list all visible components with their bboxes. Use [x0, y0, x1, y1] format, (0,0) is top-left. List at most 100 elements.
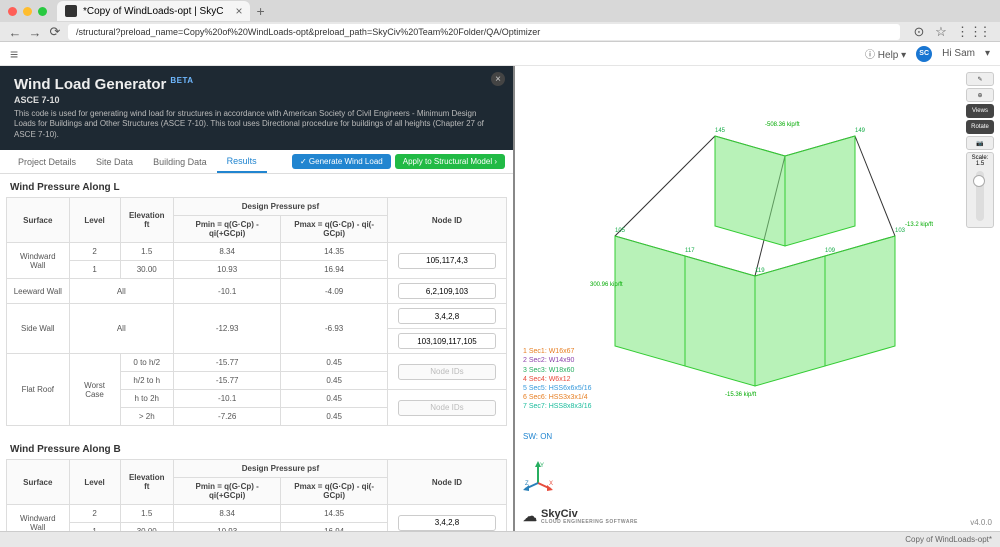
status-filename: Copy of WindLoads-opt* [905, 535, 992, 544]
bookmark-icon[interactable]: ☆ [934, 24, 948, 40]
favicon-icon [65, 5, 77, 17]
node-id-input [398, 400, 495, 416]
tab-title: *Copy of WindLoads-opt | SkyC [83, 6, 223, 17]
node-id-input[interactable] [398, 333, 495, 349]
node-id-input[interactable] [398, 253, 495, 269]
menu-icon[interactable]: ⋮ [978, 24, 992, 40]
svg-text:-15.36 kip/ft: -15.36 kip/ft [725, 392, 757, 398]
close-tab-icon[interactable]: × [235, 4, 242, 18]
tab-site-data[interactable]: Site Data [86, 150, 143, 173]
section-title-along-l: Wind Pressure Along L [0, 174, 513, 197]
node-id-input[interactable] [398, 283, 495, 299]
views-button[interactable]: Views [966, 104, 994, 118]
table-along-b: Surface Level Elevation ft Design Pressu… [6, 459, 507, 531]
address-bar: ← → ⟳ /structural?preload_name=Copy%20of… [0, 22, 1000, 42]
search-icon[interactable]: ⊙ [912, 24, 926, 40]
target-tool-button[interactable]: ⊕ [966, 88, 994, 102]
back-button[interactable]: ← [8, 25, 22, 40]
svg-text:-13.2 kip/ft: -13.2 kip/ft [905, 222, 933, 228]
generate-wind-load-button[interactable]: ✓ Generate Wind Load [292, 154, 391, 169]
scale-value: 1.5 [969, 161, 991, 167]
table-row: Flat Roof Worst Case 0 to h/2 -15.77 0.4… [7, 354, 507, 372]
node-id-input[interactable] [398, 308, 495, 324]
svg-text:Y: Y [540, 463, 544, 469]
svg-text:X: X [549, 481, 553, 487]
svg-text:109: 109 [825, 248, 836, 254]
3d-viewport[interactable]: 300.96 kip/ft -508.36 kip/ft -13.2 kip/f… [515, 66, 1000, 531]
url-text: /structural?preload_name=Copy%20of%20Win… [76, 27, 540, 37]
svg-text:Z: Z [525, 481, 529, 487]
svg-text:-508.36 kip/ft: -508.36 kip/ft [765, 122, 800, 128]
section-legend: 1 Sec1: W16x67 2 Sec2: W14x90 3 Sec3: W1… [523, 347, 592, 411]
th-pmax: Pmax = q(G·Cp) - qi(-GCpi) [281, 216, 388, 243]
axis-gizmo[interactable]: Y X Z [523, 461, 553, 491]
extensions-icon[interactable]: ⋮⋮ [956, 24, 970, 40]
tab-results[interactable]: Results [217, 150, 267, 173]
standard-label: ASCE 7-10 [14, 95, 499, 105]
scale-slider[interactable] [976, 171, 984, 221]
rotate-button[interactable]: Rotate [966, 120, 994, 134]
table-row: Windward Wall 2 1.5 8.34 14.35 [7, 505, 507, 523]
table-along-l: Surface Level Elevation ft Design Pressu… [6, 197, 507, 426]
tab-bar: *Copy of WindLoads-opt | SkyC × + [0, 0, 1000, 22]
structural-model-svg: 300.96 kip/ft -508.36 kip/ft -13.2 kip/f… [515, 66, 1000, 531]
svg-text:149: 149 [855, 128, 866, 134]
section-title-along-b: Wind Pressure Along B [0, 436, 513, 459]
cloud-icon: ☁ [523, 508, 537, 525]
help-menu[interactable]: ⓘ Help ▾ [865, 46, 906, 61]
modal-title: Wind Load GeneratorBETA [14, 76, 499, 93]
main: × Wind Load GeneratorBETA ASCE 7-10 This… [0, 66, 1000, 531]
window-controls[interactable] [8, 7, 47, 16]
svg-text:145: 145 [715, 128, 726, 134]
th-surface: Surface [7, 198, 70, 243]
forward-button[interactable]: → [28, 25, 42, 40]
user-avatar[interactable]: SC [916, 46, 932, 62]
url-field[interactable]: /structural?preload_name=Copy%20of%20Win… [68, 24, 900, 40]
node-id-input[interactable] [398, 515, 495, 531]
svg-text:117: 117 [685, 248, 695, 254]
th-design-pressure: Design Pressure psf [173, 198, 387, 216]
skyciv-logo: ☁ SkyCiv CLOUD ENGINEERING SOFTWARE [523, 508, 638, 525]
viewport-panel: 300.96 kip/ft -508.36 kip/ft -13.2 kip/f… [515, 66, 1000, 531]
svg-text:103: 103 [895, 228, 906, 234]
app-topbar: ≡ ⓘ Help ▾ SC Hi Sam ▾ [0, 42, 1000, 66]
table-row: Leeward Wall All -10.1 -4.09 [7, 279, 507, 304]
maximize-window-icon[interactable] [38, 7, 47, 16]
svg-text:105: 105 [615, 228, 626, 234]
status-bar: Copy of WindLoads-opt* [0, 531, 1000, 547]
scale-thumb[interactable] [973, 175, 985, 187]
beta-badge: BETA [170, 76, 193, 85]
wind-load-panel: × Wind Load GeneratorBETA ASCE 7-10 This… [0, 66, 515, 531]
modal-description: This code is used for generating wind lo… [14, 109, 494, 140]
node-id-input [398, 364, 495, 380]
svg-text:119: 119 [755, 268, 765, 274]
edit-tool-button[interactable]: ✎ [966, 72, 994, 86]
th-level: Level [69, 198, 120, 243]
tab-building-data[interactable]: Building Data [143, 150, 217, 173]
new-tab-button[interactable]: + [256, 3, 264, 19]
reload-button[interactable]: ⟳ [48, 24, 62, 40]
sw-indicator: SW: ON [523, 432, 552, 441]
modal-header: × Wind Load GeneratorBETA ASCE 7-10 This… [0, 66, 513, 150]
table-row: Windward Wall 2 1.5 8.34 14.35 [7, 243, 507, 261]
user-greeting: Hi Sam [942, 48, 975, 59]
version-label: v4.0.0 [970, 518, 992, 527]
th-pmin: Pmin = q(G·Cp) - qi(+GCpi) [173, 216, 280, 243]
modal-tabs: Project Details Site Data Building Data … [0, 150, 513, 174]
user-menu-caret[interactable]: ▾ [985, 48, 990, 59]
minimize-window-icon[interactable] [23, 7, 32, 16]
hamburger-menu[interactable]: ≡ [10, 46, 18, 62]
scale-control: Scale: 1.5 [966, 152, 994, 228]
tab-project-details[interactable]: Project Details [8, 150, 86, 173]
viewport-toolbar: ✎ ⊕ Views Rotate 📷 Scale: 1.5 [966, 72, 994, 228]
close-modal-button[interactable]: × [491, 72, 505, 86]
apply-to-model-button[interactable]: Apply to Structural Model › [395, 154, 505, 169]
camera-button[interactable]: 📷 [966, 136, 994, 150]
svg-text:300.96 kip/ft: 300.96 kip/ft [590, 282, 623, 288]
th-elevation: Elevation ft [120, 198, 173, 243]
browser-chrome: *Copy of WindLoads-opt | SkyC × + ← → ⟳ … [0, 0, 1000, 42]
browser-tab[interactable]: *Copy of WindLoads-opt | SkyC × [57, 1, 250, 21]
close-window-icon[interactable] [8, 7, 17, 16]
table-row: Side Wall All -12.93 -6.93 [7, 304, 507, 329]
th-node-id: Node ID [387, 198, 506, 243]
